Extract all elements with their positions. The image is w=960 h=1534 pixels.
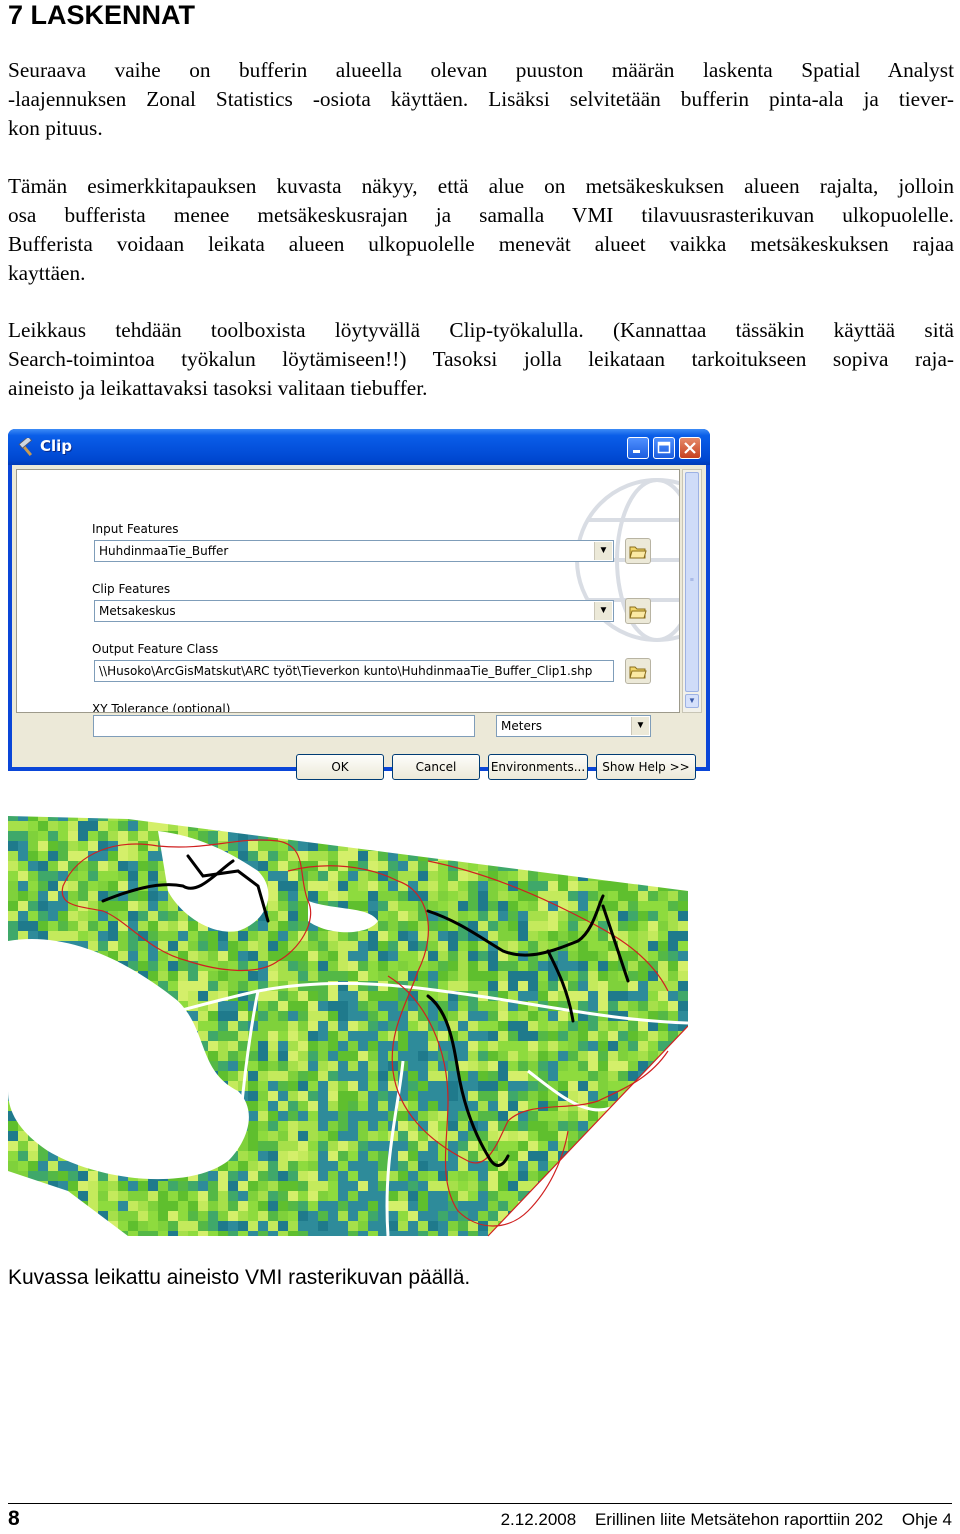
cancel-button[interactable]: Cancel [392, 754, 480, 780]
maximize-icon [657, 441, 671, 454]
paragraph-line: kon pituus. [8, 116, 103, 140]
output-feature-class-input[interactable]: \\Husoko\ArcGisMatskut\ARC työt\Tieverko… [94, 660, 614, 682]
input-features-label: Input Features [92, 522, 179, 536]
paragraph-line: Search-toimintoa työkalun löytämiseen!!)… [8, 347, 954, 371]
close-icon [684, 442, 696, 454]
paragraph-line: Seuraava vaihe on bufferin alueella olev… [8, 58, 954, 82]
input-features-value: HuhdinmaaTie_Buffer [99, 544, 229, 558]
dialog-title: Clip [40, 437, 73, 455]
units-combo[interactable]: Meters ▼ [496, 715, 651, 737]
clip-features-browse-button[interactable] [625, 598, 651, 624]
paragraph-line: Tämän esimerkkitapauksen kuvasta näkyy, … [8, 174, 954, 198]
figure-caption: Kuvassa leikattu aineisto VMI rasterikuv… [8, 1266, 471, 1289]
paragraph-2: Tämän esimerkkitapauksen kuvasta näkyy, … [8, 172, 954, 288]
dialog-body: Input Features HuhdinmaaTie_Buffer ▼ Cli… [12, 465, 706, 780]
minimize-button[interactable] [627, 437, 649, 459]
paragraph-line: osa bufferista menee metsäkeskusrajan ja… [8, 203, 954, 227]
hammer-icon [18, 438, 33, 457]
show-help-button[interactable]: Show Help >> [596, 754, 696, 780]
footer-date: 2.12.2008 [500, 1510, 577, 1529]
output-feature-class-label: Output Feature Class [92, 642, 219, 656]
scroll-down-icon[interactable]: ▼ [685, 694, 699, 708]
paragraph-1: Seuraava vaihe on bufferin alueella olev… [8, 56, 954, 143]
paragraph-line: Bufferista voidaan leikata alueen ulkopu… [8, 232, 954, 256]
dialog-titlebar[interactable]: Clip [8, 429, 710, 465]
paragraph-line: kayttäen. [8, 261, 86, 285]
maximize-button[interactable] [653, 437, 675, 459]
paragraph-line: aineisto ja leikattavaksi tasoksi valita… [8, 376, 428, 400]
page-number: 8 [8, 1507, 20, 1530]
output-feature-class-value: \\Husoko\ArcGisMatskut\ARC työt\Tieverko… [99, 664, 593, 678]
footer-report: Erillinen liite Metsätehon raporttiin 20… [594, 1510, 884, 1529]
ok-button[interactable]: OK [296, 754, 384, 780]
footer-rule [8, 1503, 952, 1504]
paragraph-line: -laajennuksen Zonal Statistics -osiota k… [8, 87, 954, 111]
chevron-down-icon[interactable]: ▼ [631, 717, 649, 735]
input-features-browse-button[interactable] [625, 538, 651, 564]
open-folder-icon [629, 606, 647, 619]
paragraph-line: Leikkaus tehdään toolboxista löytyvällä … [8, 318, 954, 342]
environments-button[interactable]: Environments... [488, 754, 588, 780]
xy-tolerance-input[interactable] [93, 715, 475, 737]
chevron-down-icon[interactable]: ▼ [594, 602, 612, 620]
clip-features-value: Metsakeskus [99, 604, 176, 618]
input-features-combo[interactable]: HuhdinmaaTie_Buffer ▼ [94, 540, 614, 562]
close-button[interactable] [679, 437, 701, 459]
open-folder-icon [629, 666, 647, 679]
output-browse-button[interactable] [625, 658, 651, 684]
paragraph-3: Leikkaus tehdään toolboxista löytyvällä … [8, 316, 954, 403]
scrollbar-thumb[interactable]: ≡ [685, 472, 699, 692]
footer-guide: Ohje 4 [901, 1510, 952, 1529]
parameters-panel: Input Features HuhdinmaaTie_Buffer ▼ Cli… [16, 469, 680, 713]
clipped-raster-map [8, 816, 688, 1237]
minimize-icon [633, 450, 640, 453]
open-folder-icon [629, 546, 647, 559]
section-heading: 7 LASKENNAT [8, 0, 196, 30]
panel-scrollbar[interactable]: ≡ ▼ [682, 469, 702, 713]
clip-features-combo[interactable]: Metsakeskus ▼ [94, 600, 614, 622]
xy-tolerance-label: XY Tolerance (optional) [92, 702, 231, 713]
footer-info: 2.12.2008 Erillinen liite Metsätehon rap… [487, 1510, 952, 1530]
chevron-down-icon[interactable]: ▼ [594, 542, 612, 560]
units-value: Meters [501, 719, 543, 733]
clip-features-label: Clip Features [92, 582, 171, 596]
clip-dialog: Clip Input Features HuhdinmaaTie_Buffer [8, 429, 710, 780]
